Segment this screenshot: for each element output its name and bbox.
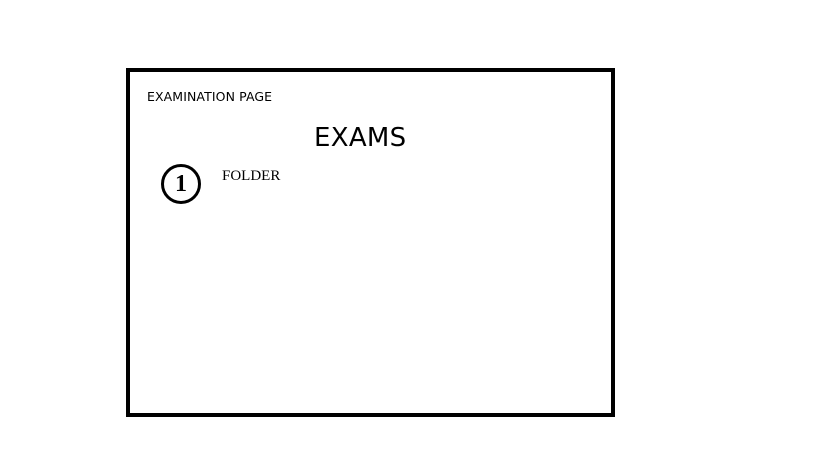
page-title: EXAMS bbox=[314, 123, 407, 153]
exam-page-frame: EXAMINATION PAGE EXAMS 1 FOLDER bbox=[126, 68, 615, 417]
folder-number-badge[interactable]: 1 bbox=[161, 164, 201, 204]
page-label: EXAMINATION PAGE bbox=[147, 89, 273, 104]
folder-label[interactable]: FOLDER bbox=[222, 168, 280, 185]
